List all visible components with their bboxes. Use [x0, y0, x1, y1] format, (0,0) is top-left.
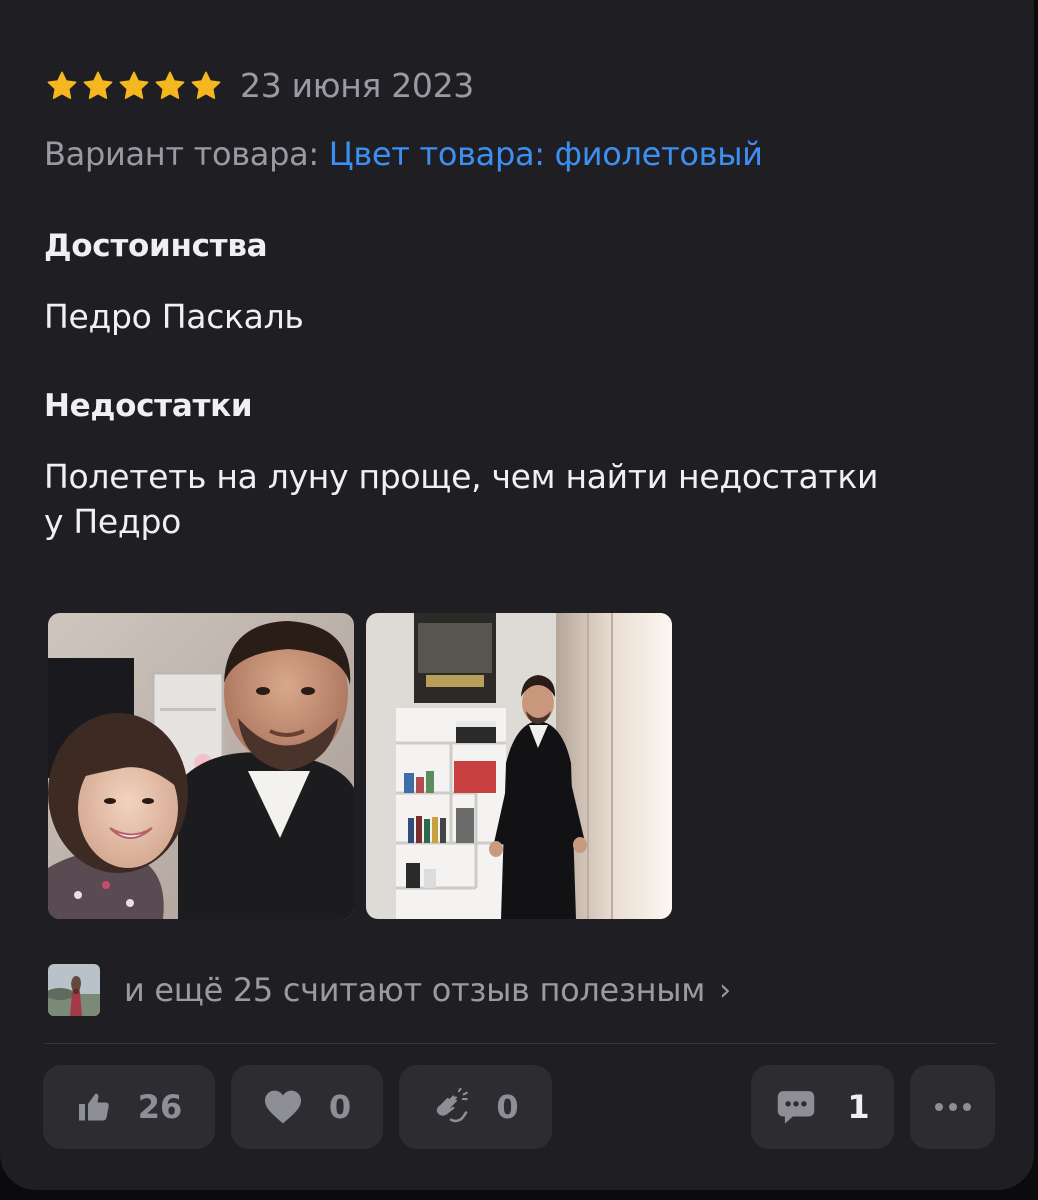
cons-text: Полететь на луну проще, чем найти недост… [44, 454, 944, 544]
pros-heading: Достоинства [44, 228, 268, 264]
clap-count: 0 [496, 1088, 519, 1126]
pros-text: Педро Паскаль [44, 297, 304, 336]
star-icon [191, 71, 221, 99]
like-button[interactable]: 26 [43, 1065, 215, 1149]
heart-count: 0 [328, 1088, 352, 1126]
comments-button[interactable]: 1 [751, 1065, 894, 1149]
review-card: 23 июня 2023 Вариант товара: Цвет товара… [0, 0, 1034, 1190]
cons-heading: Недостатки [44, 388, 253, 424]
clap-button[interactable]: 0 [399, 1065, 552, 1149]
star-rating [46, 70, 222, 102]
comment-bubble-icon [778, 1091, 815, 1124]
review-date: 23 июня 2023 [240, 66, 475, 105]
variant-label: Вариант товара: [44, 135, 329, 173]
thumbs-up-icon [78, 1093, 109, 1121]
clapping-hands-icon [437, 1088, 469, 1123]
helpful-summary[interactable]: и ещё 25 считают отзыв полезным › [48, 964, 731, 1016]
actions-divider [44, 1043, 996, 1044]
helpful-text: и ещё 25 считают отзыв полезным [124, 971, 706, 1009]
star-icon [155, 71, 185, 99]
chevron-right-icon: › [719, 972, 732, 1008]
rating-row: 23 июня 2023 [46, 66, 474, 105]
cons-text-line: Полететь на луну проще, чем найти недост… [44, 457, 879, 496]
review-photo-selfie[interactable] [48, 613, 354, 919]
comment-count: 1 [847, 1088, 870, 1126]
product-variant: Вариант товара: Цвет товара: фиолетовый [44, 135, 763, 173]
more-button[interactable] [910, 1065, 995, 1149]
like-count: 26 [137, 1088, 183, 1126]
heart-icon [264, 1090, 301, 1124]
more-dots-icon [934, 1103, 971, 1111]
heart-button[interactable]: 0 [231, 1065, 383, 1149]
star-icon [119, 71, 149, 99]
avatar [48, 964, 100, 1016]
review-photo-room[interactable] [366, 613, 672, 919]
variant-link[interactable]: Цвет товара: фиолетовый [329, 135, 763, 173]
review-photos [48, 613, 672, 919]
star-icon [83, 71, 113, 99]
cons-text-line: у Педро [44, 502, 181, 541]
star-icon [47, 71, 77, 99]
